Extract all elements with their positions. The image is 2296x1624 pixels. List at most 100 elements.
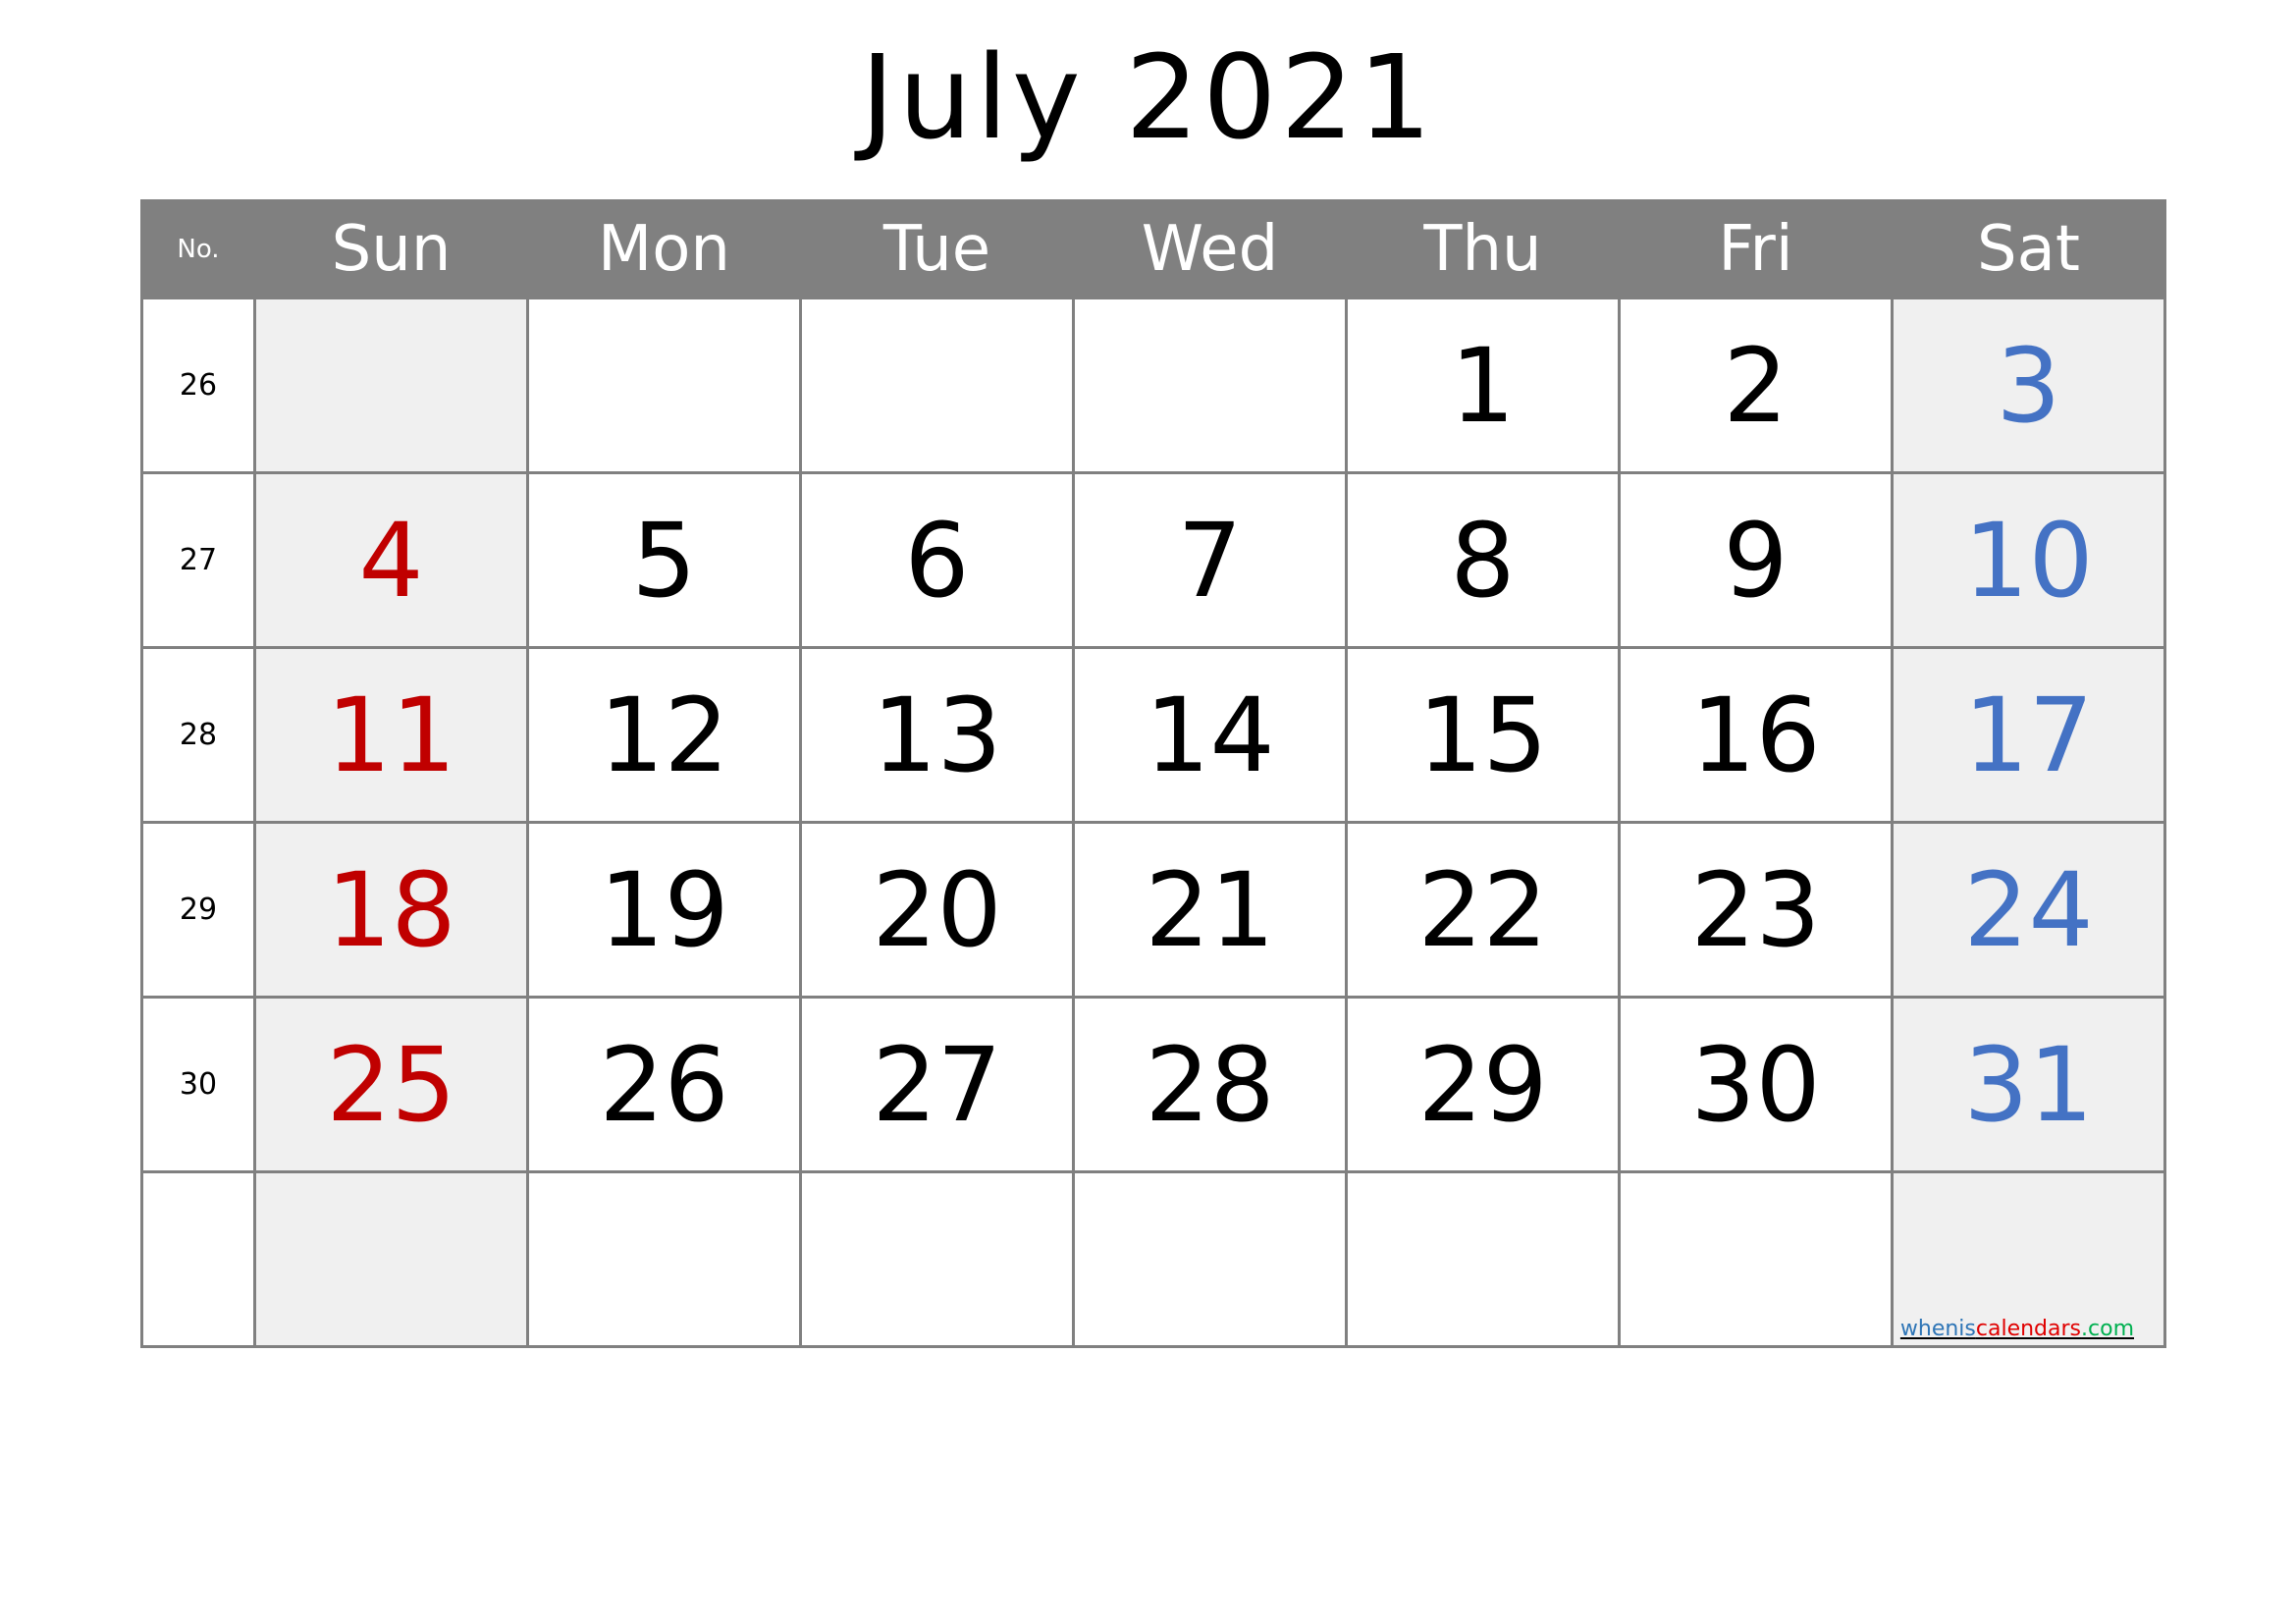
- weekday-header-sat: Sat: [1891, 199, 2166, 299]
- day-number: 14: [1145, 675, 1275, 795]
- watermark-part3: .com: [2081, 1317, 2134, 1341]
- day-cell: 16: [1618, 646, 1894, 824]
- day-cell: 26: [526, 996, 802, 1173]
- day-number: 12: [599, 675, 729, 795]
- day-cell: 7: [1072, 471, 1348, 649]
- week-number: 29: [140, 821, 256, 999]
- day-cell: 10: [1891, 471, 2166, 649]
- day-cell: [1618, 1170, 1894, 1348]
- day-cell: 31: [1891, 996, 2166, 1173]
- weekday-header-row: No. Sun Mon Tue Wed Thu Fri Sat: [140, 199, 2166, 299]
- week-row: 26 1 2 3: [140, 297, 2166, 474]
- week-row: 27 4 5 6 7 8 9 10: [140, 471, 2166, 649]
- day-number: 25: [326, 1024, 456, 1145]
- day-cell: 20: [799, 821, 1075, 999]
- weekday-header-thu: Thu: [1345, 199, 1621, 299]
- day-number: 28: [1145, 1024, 1275, 1145]
- week-number-header: No.: [140, 199, 256, 299]
- day-cell: 12: [526, 646, 802, 824]
- day-cell: 2: [1618, 297, 1894, 474]
- day-number: 1: [1450, 325, 1516, 446]
- day-cell: 8: [1345, 471, 1621, 649]
- week-row: 30 25 26 27 28 29 30 31: [140, 996, 2166, 1173]
- day-cell: 17: [1891, 646, 2166, 824]
- day-cell: 21: [1072, 821, 1348, 999]
- day-cell: 30: [1618, 996, 1894, 1173]
- day-number: 31: [1963, 1024, 2094, 1145]
- day-cell: 19: [526, 821, 802, 999]
- watermark-part2: calendars: [1975, 1317, 2082, 1341]
- day-cell: wheniscalendars.com: [1891, 1170, 2166, 1348]
- week-number: 27: [140, 471, 256, 649]
- day-number: 21: [1145, 849, 1275, 970]
- day-number: 16: [1690, 675, 1821, 795]
- calendar-title: July 2021: [860, 29, 1436, 165]
- day-cell: 6: [799, 471, 1075, 649]
- day-cell: 24: [1891, 821, 2166, 999]
- day-cell: 29: [1345, 996, 1621, 1173]
- day-number: 10: [1963, 500, 2094, 621]
- day-cell: [526, 1170, 802, 1348]
- day-cell: 15: [1345, 646, 1621, 824]
- weekday-header-wed: Wed: [1072, 199, 1348, 299]
- day-number: 26: [599, 1024, 729, 1145]
- day-cell: 25: [253, 996, 529, 1173]
- week-row: wheniscalendars.com: [140, 1170, 2166, 1348]
- day-number: 9: [1723, 500, 1789, 621]
- day-number: 18: [326, 849, 456, 970]
- watermark-part1: whenis: [1899, 1317, 1976, 1341]
- day-cell: [799, 1170, 1075, 1348]
- calendar-grid: No. Sun Mon Tue Wed Thu Fri Sat 26 1 2 3 27 4…: [140, 199, 2166, 1348]
- weekday-header-fri: Fri: [1618, 199, 1894, 299]
- week-number: 26: [140, 297, 256, 474]
- day-cell: [1072, 297, 1348, 474]
- day-cell: 14: [1072, 646, 1348, 824]
- week-number: 30: [140, 996, 256, 1173]
- day-number: 11: [326, 675, 456, 795]
- day-number: 8: [1450, 500, 1516, 621]
- day-cell: 9: [1618, 471, 1894, 649]
- day-cell: 11: [253, 646, 529, 824]
- day-number: 19: [599, 849, 729, 970]
- week-number: 28: [140, 646, 256, 824]
- day-cell: 23: [1618, 821, 1894, 999]
- week-row: 28 11 12 13 14 15 16 17: [140, 646, 2166, 824]
- day-number: 6: [904, 500, 970, 621]
- day-number: 20: [872, 849, 1002, 970]
- day-cell: [1345, 1170, 1621, 1348]
- day-number: 3: [1996, 325, 2061, 446]
- day-number: 24: [1963, 849, 2094, 970]
- day-cell: 4: [253, 471, 529, 649]
- weekday-header-tue: Tue: [799, 199, 1075, 299]
- day-number: 30: [1690, 1024, 1821, 1145]
- day-number: 7: [1177, 500, 1243, 621]
- week-row: 29 18 19 20 21 22 23 24: [140, 821, 2166, 999]
- day-number: 22: [1417, 849, 1548, 970]
- day-cell: 5: [526, 471, 802, 649]
- day-cell: 1: [1345, 297, 1621, 474]
- day-cell: 13: [799, 646, 1075, 824]
- day-cell: [253, 297, 529, 474]
- day-number: 2: [1723, 325, 1789, 446]
- day-cell: [526, 297, 802, 474]
- day-number: 15: [1417, 675, 1548, 795]
- day-cell: 18: [253, 821, 529, 999]
- weekday-header-sun: Sun: [253, 199, 529, 299]
- day-cell: 27: [799, 996, 1075, 1173]
- day-cell: [1072, 1170, 1348, 1348]
- day-number: 5: [631, 500, 697, 621]
- day-number: 29: [1417, 1024, 1548, 1145]
- day-cell: 3: [1891, 297, 2166, 474]
- day-cell: 22: [1345, 821, 1621, 999]
- day-number: 4: [358, 500, 424, 621]
- weekday-header-mon: Mon: [526, 199, 802, 299]
- day-cell: [799, 297, 1075, 474]
- day-cell: [253, 1170, 529, 1348]
- day-cell: 28: [1072, 996, 1348, 1173]
- week-number: [140, 1170, 256, 1348]
- day-number: 17: [1963, 675, 2094, 795]
- day-number: 27: [872, 1024, 1002, 1145]
- watermark-link[interactable]: wheniscalendars.com: [1900, 1317, 2134, 1341]
- day-number: 23: [1690, 849, 1821, 970]
- day-number: 13: [872, 675, 1002, 795]
